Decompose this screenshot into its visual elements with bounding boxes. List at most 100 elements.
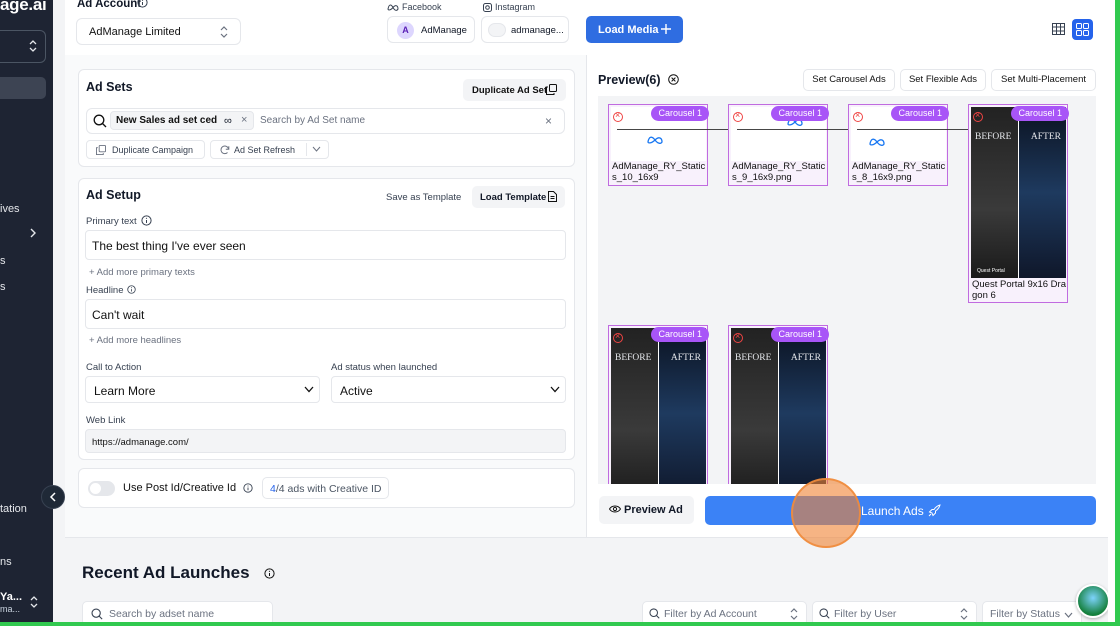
info-icon[interactable] (127, 285, 136, 294)
ad-set-refresh-label: Ad Set Refresh (234, 145, 296, 155)
instagram-account-name: admanage... (511, 25, 564, 36)
call-to-action-select[interactable]: Learn More (85, 376, 320, 403)
set-multi-placement-button[interactable]: Set Multi-Placement (991, 69, 1096, 91)
load-media-label: Load Media (598, 24, 659, 36)
use-post-id-toggle[interactable] (88, 481, 115, 496)
support-chat-avatar[interactable] (1076, 584, 1110, 618)
sidebar-item-integrations[interactable]: ns (0, 556, 12, 568)
clear-preview-icon[interactable] (668, 74, 679, 85)
clear-search-icon[interactable]: × (545, 114, 552, 128)
after-label: AFTER (790, 353, 821, 363)
after-half (779, 328, 826, 484)
preview-tile[interactable]: ▬▬▬▬▬▬▬▬▬▬▬▬▬▬▬▬▬▬▬▬▬▬▬▬▬▬▬▬▬▬▬▬▬▬▬▬▬▬▬▬… (848, 104, 989, 186)
info-icon[interactable] (264, 568, 275, 579)
adset-search-placeholder: Search by adset name (109, 608, 215, 620)
info-icon[interactable] (137, 0, 148, 8)
after-half (659, 328, 706, 484)
collapse-sidebar-button[interactable] (41, 485, 65, 509)
remove-creative-icon[interactable] (613, 110, 623, 122)
creative-image: BEFORE AFTER Quest Portal (971, 107, 1066, 278)
chevron-down-icon[interactable] (312, 146, 321, 152)
sidebar: age.ai ives s s tation ns Ya... ma... (0, 0, 53, 626)
preview-tile[interactable]: ▬▬▬▬▬▬▬▬▬▬▬▬▬▬▬▬▬▬▬▬▬▬▬▬▬▬▬▬▬▬▬▬▬▬▬▬▬▬▬▬… (728, 104, 869, 186)
info-icon[interactable] (141, 215, 152, 226)
add-primary-text-button[interactable]: + Add more primary texts (89, 267, 195, 278)
sidebar-item-active[interactable] (0, 77, 46, 99)
ad-account-select[interactable]: AdManage Limited (76, 18, 241, 45)
carousel-badge: Carousel 1 (891, 106, 949, 121)
remove-creative-icon[interactable] (613, 331, 623, 343)
preview-tile[interactable]: BEFORE AFTER Carousel 1 (608, 325, 709, 484)
sidebar-item[interactable]: s (0, 281, 6, 293)
preview-ad-button[interactable]: Preview Ad (599, 496, 694, 524)
sidebar-item-creatives[interactable]: ives (0, 203, 20, 215)
preview-tile[interactable]: BEFORE AFTER Quest Portal Carousel 1 Que… (968, 104, 1069, 303)
instagram-account-select[interactable]: admanage... (481, 16, 569, 43)
use-post-id-label: Use Post Id/Creative Id (123, 482, 237, 494)
sidebar-item[interactable]: s (0, 255, 6, 267)
recent-launches-title: Recent Ad Launches (82, 563, 250, 582)
instagram-icon (483, 2, 492, 12)
carousel-badge: Carousel 1 (771, 106, 829, 121)
duplicate-campaign-button[interactable]: Duplicate Campaign (86, 140, 205, 159)
scrollbar-track[interactable] (1108, 0, 1115, 622)
creative-caption: AdManage_RY_Static s_10_16x9 (612, 161, 706, 183)
duplicate-ad-set-button[interactable]: Duplicate Ad Set (463, 79, 566, 101)
headline-label: Headline (86, 285, 124, 296)
before-label: BEFORE (975, 132, 1012, 142)
creative-id-suffix: ads with Creative ID (284, 483, 382, 495)
eye-icon (609, 505, 621, 513)
search-icon (93, 114, 107, 128)
save-as-template-button[interactable]: Save as Template (386, 192, 461, 203)
meta-logo-icon (647, 136, 663, 144)
profile-name[interactable]: Ya... (0, 591, 22, 603)
remove-creative-icon[interactable] (733, 110, 743, 122)
meta-icon (387, 4, 399, 11)
load-template-button[interactable]: Load Template (472, 186, 565, 208)
load-media-button[interactable]: Load Media (586, 16, 683, 43)
preview-tile[interactable]: ▬▬▬▬▬▬▬▬▬▬▬▬▬▬▬▬▬▬▬▬▬▬▬▬▬▬▬▬▬▬▬▬▬▬▬▬▬▬▬▬… (608, 104, 749, 186)
chevron-right-icon[interactable] (29, 228, 37, 238)
set-carousel-ads-button[interactable]: Set Carousel Ads (803, 69, 895, 91)
ad-set-refresh-button[interactable]: Ad Set Refresh (210, 140, 329, 159)
remove-creative-icon[interactable] (973, 110, 983, 122)
remove-creative-icon[interactable] (853, 110, 863, 122)
click-indicator (791, 478, 861, 548)
remove-creative-icon[interactable] (733, 331, 743, 343)
updown-chevron-icon (220, 26, 228, 38)
selected-ad-set-tag[interactable]: New Sales ad set ced ∞ × (110, 111, 254, 130)
before-label: BEFORE (615, 353, 652, 363)
updown-chevron-icon[interactable] (30, 596, 38, 608)
after-label: AFTER (670, 353, 701, 363)
workspace-select[interactable] (0, 30, 46, 63)
carousel-badge: Carousel 1 (651, 106, 709, 121)
before-label: BEFORE (735, 353, 772, 363)
preview-tile[interactable]: BEFORE AFTER Carousel 1 (728, 325, 829, 484)
ad-set-search-placeholder: Search by Ad Set name (260, 115, 366, 126)
plus-icon (661, 24, 671, 34)
facebook-page-select[interactable]: A AdManage (387, 16, 475, 43)
updown-chevron-icon (790, 608, 798, 620)
refresh-icon (220, 145, 230, 155)
chevron-down-icon (304, 386, 314, 393)
info-icon[interactable] (243, 483, 253, 493)
updown-chevron-icon (29, 40, 37, 52)
primary-text-input[interactable]: The best thing I've ever seen (85, 230, 566, 260)
launch-ads-button[interactable]: Launch Ads (705, 496, 1096, 525)
facebook-page-name: AdManage (421, 25, 467, 36)
filter-ad-account-label: Filter by Ad Account (664, 608, 757, 620)
carousel-badge: Carousel 1 (1011, 106, 1069, 121)
headline-value: Can't wait (92, 308, 145, 322)
remove-tag-icon[interactable]: × (241, 114, 247, 126)
sidebar-item-automation[interactable]: tation (0, 503, 27, 515)
grid-view-toggle[interactable] (1072, 19, 1093, 40)
call-to-action-value: Learn More (94, 384, 156, 398)
table-view-toggle[interactable] (1048, 19, 1068, 40)
ad-sets-title: Ad Sets (86, 80, 133, 94)
set-flexible-ads-button[interactable]: Set Flexible Ads (900, 69, 986, 91)
add-headline-button[interactable]: + Add more headlines (89, 335, 181, 346)
copy-icon (96, 145, 106, 155)
headline-input[interactable]: Can't wait (85, 299, 566, 329)
ad-status-select[interactable]: Active (331, 376, 566, 403)
web-link-input[interactable]: https://admanage.com/ (85, 429, 566, 453)
